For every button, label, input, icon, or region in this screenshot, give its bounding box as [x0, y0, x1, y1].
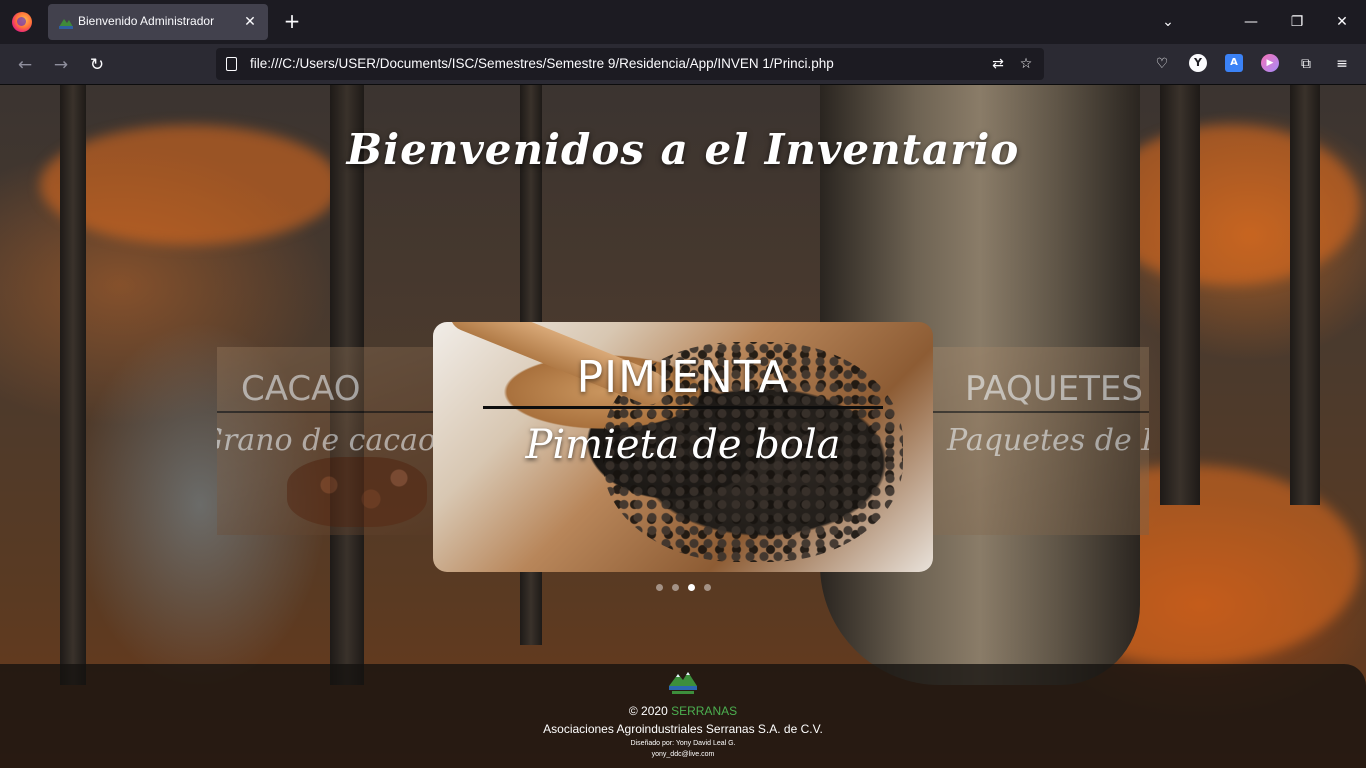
- y-icon[interactable]: Y: [1189, 54, 1207, 72]
- carousel-slide-cacao[interactable]: CACAO Grano de cacao: [217, 347, 433, 535]
- serranas-favicon-icon: [59, 19, 73, 29]
- browser-nav-bar: ← → ↻ file:///C:/Users/USER/Documents/IS…: [0, 44, 1366, 85]
- slide-subtitle: Grano de cacao: [217, 423, 433, 458]
- carousel-dot-active[interactable]: [688, 584, 695, 591]
- carousel-slide-paquetes[interactable]: PAQUETES Paquetes de Ki: [933, 347, 1149, 535]
- tab-title: Bienvenido Administrador: [78, 14, 215, 28]
- play-icon[interactable]: ▶: [1261, 54, 1279, 72]
- company-name: Asociaciones Agroindustriales Serranas S…: [543, 722, 823, 736]
- url-text[interactable]: file:///C:/Users/USER/Documents/ISC/Seme…: [250, 56, 834, 71]
- slide-heading: PAQUETES: [965, 369, 1143, 409]
- slide-divider: [483, 406, 883, 409]
- translate-extension-icon[interactable]: A: [1225, 54, 1243, 72]
- arrow-right-icon[interactable]: →: [48, 52, 74, 78]
- arrow-left-icon[interactable]: ←: [12, 52, 38, 78]
- firefox-logo-icon[interactable]: [12, 12, 32, 32]
- close-icon[interactable]: ✕: [240, 12, 260, 32]
- url-bar[interactable]: file:///C:/Users/USER/Documents/ISC/Seme…: [216, 48, 1044, 80]
- page-icon: [226, 57, 237, 71]
- star-icon[interactable]: ☆: [1016, 54, 1036, 74]
- serranas-logo-icon: [669, 672, 697, 694]
- chevron-down-icon[interactable]: ⌄: [1156, 10, 1180, 34]
- slide-subtitle: Paquetes de Ki: [947, 423, 1149, 458]
- browser-tab-active[interactable]: Bienvenido Administrador ✕: [48, 4, 268, 40]
- carousel-slide-pimienta[interactable]: PIMIENTA Pimieta de bola: [433, 322, 933, 572]
- minimize-button[interactable]: —: [1237, 8, 1265, 36]
- designer-credit: Diseñado por: Yony David Leal G.: [630, 740, 736, 747]
- copyright-text: © 2020: [628, 704, 668, 718]
- close-window-button[interactable]: ✕: [1328, 8, 1356, 36]
- plus-icon[interactable]: +: [280, 10, 304, 34]
- footer: © 2020 SERRANAS Asociaciones Agroindustr…: [0, 664, 1366, 768]
- slide-divider: [933, 411, 1149, 413]
- carousel-dot[interactable]: [656, 584, 663, 591]
- slide-subtitle: Pimieta de bola: [525, 422, 841, 468]
- page-background: Bienvenidos a el Inventario CACAO Grano …: [0, 85, 1366, 768]
- slide-divider: [217, 411, 433, 413]
- page-title: Bienvenidos a el Inventario: [346, 125, 1020, 174]
- hamburger-icon[interactable]: ≡: [1332, 54, 1352, 74]
- footer-copyright: © 2020 SERRANAS: [0, 704, 1366, 718]
- tree-trunk: [60, 85, 86, 685]
- reload-icon[interactable]: ↻: [84, 52, 110, 78]
- slide-heading: PIMIENTA: [576, 352, 790, 403]
- translate-icon[interactable]: ⇄: [988, 54, 1008, 74]
- cacao-image: [287, 457, 427, 527]
- puzzle-icon[interactable]: ⧉: [1296, 54, 1316, 74]
- designer-email: yony_ddc@live.com: [651, 751, 715, 758]
- pocket-icon[interactable]: ♡: [1152, 54, 1172, 74]
- slide-heading: CACAO: [241, 369, 361, 409]
- restore-button[interactable]: ❐: [1283, 8, 1311, 36]
- browser-tab-bar: Bienvenido Administrador ✕ + ⌄ — ❐ ✕: [0, 0, 1366, 44]
- carousel-dot[interactable]: [704, 584, 711, 591]
- carousel-indicators: [656, 584, 720, 592]
- brand-name: SERRANAS: [671, 704, 738, 718]
- carousel-dot[interactable]: [672, 584, 679, 591]
